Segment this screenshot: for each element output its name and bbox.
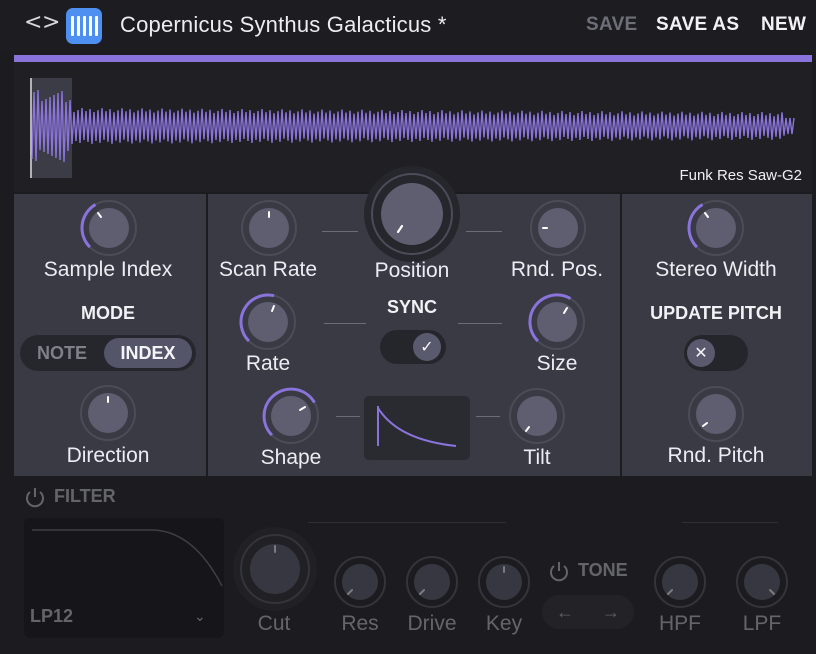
checkmark-icon: ✓: [413, 333, 441, 361]
update-pitch-title: UPDATE PITCH: [650, 303, 782, 323]
close-icon: ✕: [687, 339, 715, 367]
mode-switch[interactable]: NOTE INDEX: [20, 335, 196, 371]
rnd-pos-label: Rnd. Pos.: [510, 258, 604, 281]
mode-note-option[interactable]: NOTE: [37, 343, 87, 364]
shape-label: Shape: [260, 446, 322, 469]
rnd-pitch-label: Rnd. Pitch: [667, 444, 765, 467]
position-label: Position: [374, 259, 450, 282]
save-button[interactable]: SAVE: [586, 14, 638, 36]
group-bracket: [308, 522, 506, 523]
arrow-left-icon[interactable]: ←: [556, 602, 574, 623]
rnd-pitch-knob[interactable]: [686, 384, 746, 444]
tilt-label: Tilt: [523, 446, 551, 469]
rate-label: Rate: [245, 352, 291, 375]
sample-index-label: Sample Index: [43, 258, 173, 281]
filter-section: FILTER LP12 ⌄ Cut Res Drive Key TONE ← →…: [14, 478, 812, 654]
accent-bar: [14, 55, 812, 62]
scan-rate-label: Scan Rate: [218, 258, 318, 281]
piano-keys-icon: [66, 8, 102, 44]
previous-preset-arrow[interactable]: <: [24, 10, 42, 35]
scan-rate-knob[interactable]: [239, 198, 299, 258]
lpf-knob[interactable]: [734, 554, 790, 610]
mode-title: MODE: [81, 303, 135, 323]
cut-label: Cut: [257, 612, 291, 635]
cut-knob[interactable]: [230, 524, 320, 614]
key-label: Key: [485, 612, 523, 635]
hpf-knob[interactable]: [652, 554, 708, 610]
connector-line: [458, 323, 502, 324]
res-knob[interactable]: [332, 554, 388, 610]
preset-name[interactable]: Copernicus Synthus Galacticus *: [120, 12, 447, 38]
envelope-curve: [377, 406, 457, 447]
size-label: Size: [536, 352, 578, 375]
connector-line: [324, 323, 366, 324]
sync-toggle[interactable]: ✓: [380, 330, 446, 364]
hpf-label: HPF: [659, 612, 701, 635]
new-button[interactable]: NEW: [761, 14, 806, 36]
tone-power-icon[interactable]: [548, 560, 570, 582]
filter-title: FILTER: [54, 486, 116, 506]
key-knob[interactable]: [476, 554, 532, 610]
sample-index-knob[interactable]: [79, 198, 139, 258]
tone-direction-switch[interactable]: ← →: [542, 595, 634, 629]
connector-line: [476, 416, 500, 417]
next-preset-arrow[interactable]: >: [42, 10, 60, 35]
position-knob[interactable]: [362, 164, 462, 264]
chevron-down-icon[interactable]: ⌄: [194, 608, 206, 625]
direction-knob[interactable]: [78, 383, 138, 443]
stereo-width-knob[interactable]: [686, 198, 746, 258]
drive-knob[interactable]: [404, 554, 460, 610]
group-bracket: [682, 522, 778, 523]
sync-title: SYNC: [386, 297, 438, 317]
shape-knob[interactable]: [261, 386, 321, 446]
connector-line: [336, 416, 360, 417]
connector-line: [466, 231, 502, 232]
rnd-pos-knob[interactable]: [528, 198, 588, 258]
update-pitch-toggle[interactable]: ✕: [684, 335, 748, 371]
size-knob[interactable]: [527, 292, 587, 352]
direction-label: Direction: [66, 444, 150, 467]
lpf-label: LPF: [742, 612, 782, 635]
connector-line: [322, 231, 358, 232]
mode-index-option[interactable]: INDEX: [104, 338, 192, 368]
filter-power-icon[interactable]: [24, 486, 46, 508]
header-bar: < > Copernicus Synthus Galacticus * SAVE…: [0, 0, 816, 52]
shape-envelope-display: [364, 396, 470, 460]
res-label: Res: [341, 612, 379, 635]
tone-title: TONE: [578, 560, 628, 580]
save-as-button[interactable]: SAVE AS: [656, 14, 739, 36]
drive-label: Drive: [407, 612, 457, 635]
sample-name: Funk Res Saw-G2: [679, 167, 802, 184]
waveform-path: [31, 89, 795, 163]
tilt-knob[interactable]: [507, 386, 567, 446]
rate-knob[interactable]: [238, 292, 298, 352]
filter-type-select[interactable]: LP12: [30, 606, 73, 627]
arrow-right-icon[interactable]: →: [602, 602, 620, 623]
stereo-width-label: Stereo Width: [655, 258, 777, 281]
